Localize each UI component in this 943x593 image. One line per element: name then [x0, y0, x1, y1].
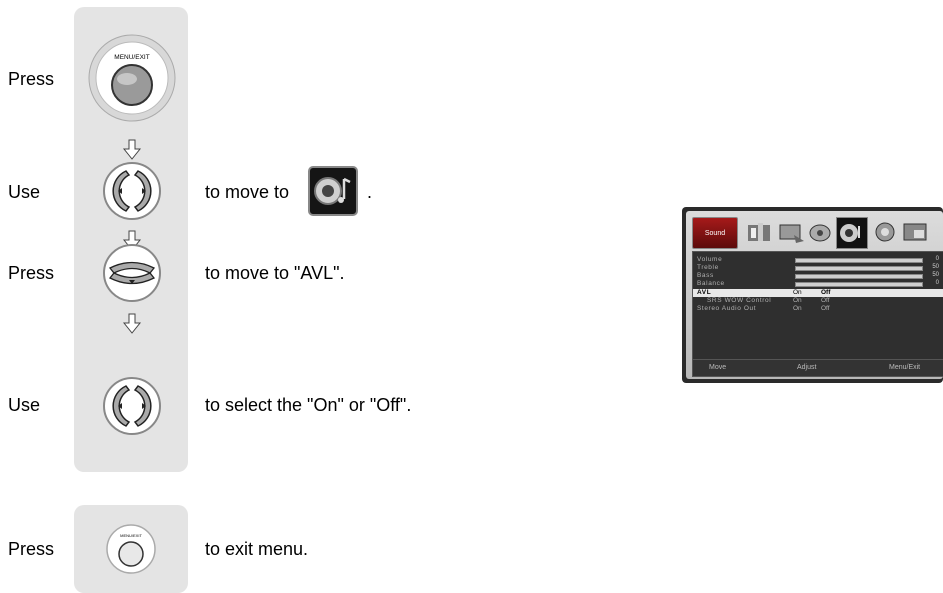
footer-move: Move	[709, 364, 727, 371]
stereo-off: Off	[821, 305, 830, 312]
osd-row-stereo: Stereo Audio Out	[697, 305, 757, 312]
stereo-on: On	[793, 305, 802, 312]
srs-on: On	[793, 297, 802, 304]
osd-row-treble: Treble	[697, 264, 719, 271]
footer-adjust: Adjust	[797, 364, 817, 371]
osd-footer: Move Adjust Menu/Exit	[692, 359, 943, 377]
sound-menu-icon	[308, 166, 358, 216]
step-2-verb: Use	[8, 182, 41, 202]
step-4-text: to select the "On" or "Off".	[205, 395, 412, 415]
menu-exit-small-label: MENU/EXIT	[120, 533, 142, 538]
settings-icon	[875, 222, 895, 242]
srs-off: Off	[821, 297, 830, 304]
avl-on: On	[793, 289, 802, 296]
down-button-image	[103, 244, 161, 302]
step-4-verb: Use	[8, 395, 41, 415]
down-arrow-icon	[122, 313, 142, 334]
osd-row-bass: Bass	[697, 272, 714, 279]
balance-value: 0	[935, 280, 939, 286]
osd-menu-body: Volume 0 Treble 50 Bass 50 Balance 0 AVL…	[692, 251, 943, 365]
osd-tab-sound: Sound	[692, 217, 738, 249]
sound-icon	[836, 217, 868, 249]
treble-slider	[795, 266, 923, 271]
exit-step-verb: Press	[8, 539, 55, 559]
picture-icon	[748, 223, 770, 241]
step-3-text: to move to "AVL".	[205, 263, 345, 283]
pip-icon	[903, 223, 927, 241]
step-1-verb: Press	[8, 69, 55, 89]
osd-frame: Sound Volume 0 Treble 50 Bass 50 Balance…	[686, 211, 943, 379]
menu-exit-button-label: MENU/EXIT	[114, 54, 149, 61]
menu-exit-button-image: MENU/EXIT	[88, 34, 176, 122]
menu-exit-small-button-image: MENU/EXIT	[106, 524, 156, 574]
osd-row-volume: Volume	[697, 256, 723, 263]
volume-slider	[795, 258, 923, 263]
osd-row-balance: Balance	[697, 280, 725, 287]
avl-off: Off	[821, 289, 831, 296]
balance-slider	[795, 282, 923, 287]
volume-value: 0	[935, 256, 939, 262]
bass-slider	[795, 274, 923, 279]
down-arrow-icon	[122, 139, 142, 160]
left-right-button-image	[103, 377, 161, 435]
step-2-text: to move to	[205, 182, 290, 202]
footer-menu-exit: Menu/Exit	[889, 364, 921, 371]
osd-row-avl: AVL	[693, 289, 943, 297]
screen-icon	[779, 224, 804, 243]
treble-value: 50	[932, 264, 939, 270]
left-right-button-image	[103, 162, 161, 220]
step-3-verb: Press	[8, 263, 55, 283]
tv-osd-screenshot: Sound Volume 0 Treble 50 Bass 50 Balance…	[682, 207, 943, 383]
bass-value: 50	[932, 272, 939, 278]
satellite-icon	[809, 224, 831, 242]
step-2-suffix: .	[367, 182, 373, 202]
osd-row-srs: SRS WOW Control	[707, 297, 772, 304]
exit-step-text: to exit menu.	[205, 539, 309, 559]
